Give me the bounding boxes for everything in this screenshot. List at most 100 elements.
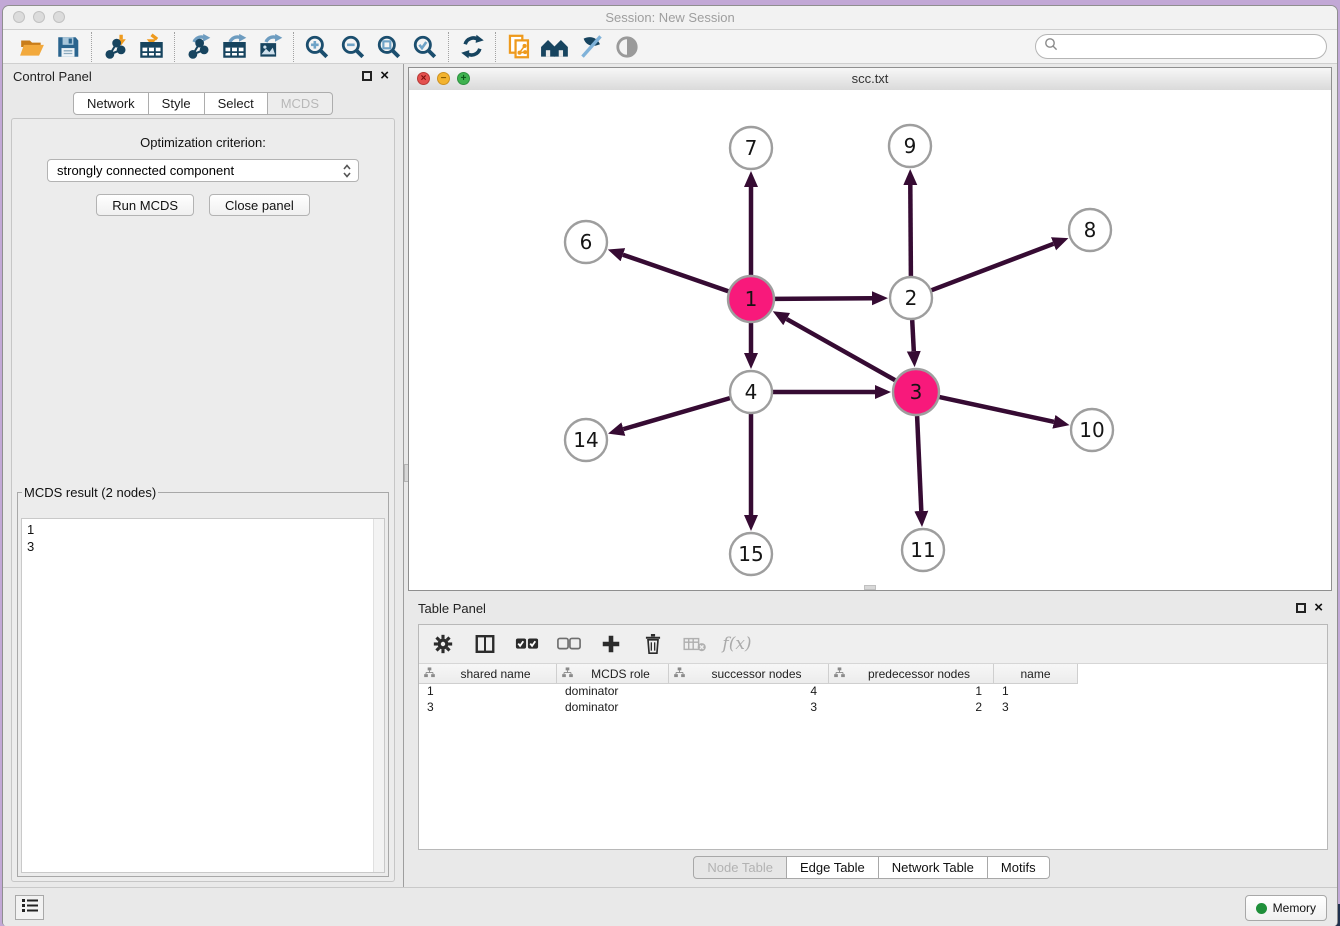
graph-node-7[interactable]: 7	[730, 127, 772, 169]
mcds-result-lines: 13	[22, 519, 384, 557]
graph-edge-2-8[interactable]	[932, 244, 1054, 290]
select-all-columns-icon[interactable]	[515, 632, 539, 656]
apply-layout-icon[interactable]	[454, 32, 490, 62]
sort-tree-icon	[424, 667, 435, 681]
graph-edge-1-2[interactable]	[775, 298, 872, 299]
first-neighbors-icon[interactable]	[537, 32, 573, 62]
mcds-result-fieldset: MCDS result (2 nodes) 13	[17, 485, 389, 877]
column-layout-icon[interactable]	[473, 632, 497, 656]
task-history-button[interactable]	[15, 895, 44, 920]
control-panel-float-icon[interactable]	[362, 71, 372, 81]
import-network-icon[interactable]	[97, 32, 133, 62]
toolbar-group	[9, 32, 91, 62]
add-column-icon[interactable]	[599, 632, 623, 656]
graph-edge-3-10[interactable]	[940, 397, 1054, 422]
memory-button[interactable]: Memory	[1245, 895, 1327, 921]
table-cell: 3	[419, 700, 557, 716]
delete-column-icon[interactable]	[641, 632, 665, 656]
column-header-name[interactable]: name	[994, 664, 1078, 684]
table-panel-float-icon[interactable]	[1296, 603, 1306, 613]
table-panel-title: Table Panel	[418, 601, 486, 616]
export-image-icon[interactable]	[252, 32, 288, 62]
graph-node-9[interactable]: 9	[889, 125, 931, 167]
svg-text:1: 1	[745, 287, 758, 311]
tab-style[interactable]: Style	[149, 92, 205, 115]
search-input[interactable]	[1064, 38, 1318, 55]
graph-node-15[interactable]: 15	[730, 533, 772, 575]
zoom-selected-icon[interactable]	[407, 32, 443, 62]
sort-tree-icon	[674, 667, 685, 681]
criterion-select[interactable]: strongly connected component	[47, 159, 359, 182]
show-graphics-icon	[609, 32, 645, 62]
graph-node-4[interactable]: 4	[730, 371, 772, 413]
hide-style-icon[interactable]	[573, 32, 609, 62]
graph-edge-2-3[interactable]	[912, 320, 914, 351]
graph-edge-2-9[interactable]	[910, 185, 911, 276]
graph-node-6[interactable]: 6	[565, 221, 607, 263]
import-table-icon[interactable]	[133, 32, 169, 62]
toolbar-group	[293, 32, 448, 62]
tab-select[interactable]: Select	[205, 92, 268, 115]
svg-text:7: 7	[745, 136, 758, 160]
status-bar: Memory	[3, 887, 1337, 926]
graph-node-2[interactable]: 2	[890, 277, 932, 319]
graph-node-14[interactable]: 14	[565, 419, 607, 461]
graph-node-10[interactable]: 10	[1071, 409, 1113, 451]
mcds-result-area: 13	[21, 518, 385, 873]
export-table-icon[interactable]	[216, 32, 252, 62]
graph-node-1[interactable]: 1	[728, 276, 774, 322]
graph-edge-3-1[interactable]	[787, 319, 895, 380]
control-panel: Control Panel × NetworkStyleSelectMCDS O…	[3, 64, 403, 888]
column-header-shared-name[interactable]: shared name	[419, 664, 557, 684]
zoom-fit-icon[interactable]	[371, 32, 407, 62]
clone-network-icon[interactable]	[501, 32, 537, 62]
table-settings-icon[interactable]	[431, 632, 455, 656]
table-cell: 3	[669, 700, 829, 716]
table-panel-close-icon[interactable]: ×	[1314, 602, 1323, 614]
node-table-box: f(x) shared nameMCDS role successor nodes…	[418, 624, 1328, 850]
tab-motifs[interactable]: Motifs	[988, 856, 1050, 879]
svg-text:15: 15	[738, 542, 763, 566]
table-cell: 2	[829, 700, 994, 716]
tab-mcds[interactable]: MCDS	[268, 92, 333, 115]
graph-node-8[interactable]: 8	[1069, 209, 1111, 251]
control-panel-close-icon[interactable]: ×	[380, 70, 389, 82]
tab-edge-table[interactable]: Edge Table	[787, 856, 879, 879]
run-mcds-button[interactable]: Run MCDS	[96, 194, 194, 216]
result-scrollbar[interactable]	[373, 519, 384, 872]
column-header-MCDS-role[interactable]: MCDS role	[557, 664, 669, 684]
column-header-successor-nodes[interactable]: successor nodes	[669, 664, 829, 684]
export-network-icon[interactable]	[180, 32, 216, 62]
canvas-resize-grip[interactable]	[864, 585, 876, 590]
deselect-all-columns-icon[interactable]	[557, 632, 581, 656]
network-canvas[interactable]: 7 9 6 8 1 2 4 3 14 10 15 11	[409, 90, 1331, 590]
toolbar-group	[448, 32, 495, 62]
function-builder-icon: f(x)	[725, 632, 749, 656]
toolbar-group	[495, 32, 650, 62]
table-cell: 1	[994, 684, 1078, 700]
tab-node-table[interactable]: Node Table	[693, 856, 787, 879]
graph-edge-3-11[interactable]	[917, 416, 921, 511]
column-header-label: successor nodes	[685, 667, 828, 681]
open-file-icon[interactable]	[14, 32, 50, 62]
graph-edge-1-6[interactable]	[623, 255, 728, 292]
save-session-icon[interactable]	[50, 32, 86, 62]
graph-node-3[interactable]: 3	[893, 369, 939, 415]
svg-text:9: 9	[904, 134, 917, 158]
close-panel-button[interactable]: Close panel	[209, 194, 310, 216]
search-box[interactable]	[1035, 34, 1327, 59]
criterion-value: strongly connected component	[57, 163, 234, 178]
table-cell: 3	[994, 700, 1078, 716]
graph-node-11[interactable]: 11	[902, 529, 944, 571]
zoom-out-icon[interactable]	[335, 32, 371, 62]
table-row[interactable]: 3dominator323	[419, 700, 1327, 716]
zoom-in-icon[interactable]	[299, 32, 335, 62]
column-header-label: predecessor nodes	[845, 667, 993, 681]
graph-edge-4-14[interactable]	[623, 398, 730, 429]
tab-network[interactable]: Network	[73, 92, 149, 115]
tab-network-table[interactable]: Network Table	[879, 856, 988, 879]
table-tabs: Node TableEdge TableNetwork TableMotifs	[408, 856, 1335, 879]
network-window-titlebar: × − + scc.txt	[409, 68, 1331, 91]
column-header-predecessor-nodes[interactable]: predecessor nodes	[829, 664, 994, 684]
table-row[interactable]: 1dominator411	[419, 684, 1327, 700]
